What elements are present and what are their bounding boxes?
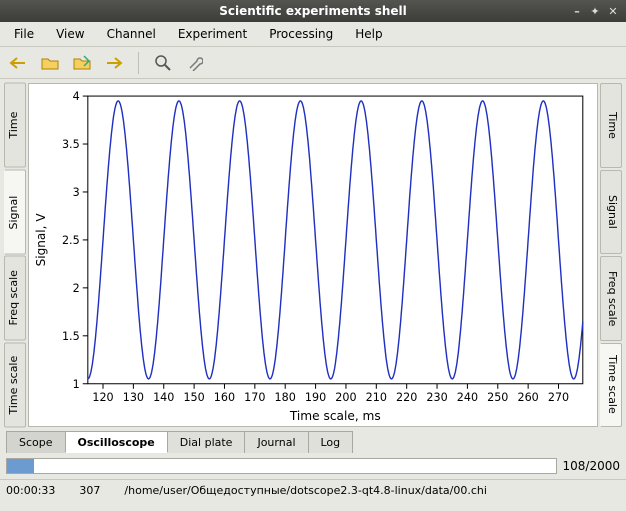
menu-bar: FileViewChannelExperimentProcessingHelp xyxy=(0,22,626,47)
svg-text:Time scale, ms: Time scale, ms xyxy=(289,409,381,423)
svg-text:240: 240 xyxy=(457,391,478,404)
chart-area[interactable]: 120 130 140 150 160 170 180 190 200 210 220 230 240 2… xyxy=(28,83,598,427)
status-count: 307 xyxy=(79,484,100,497)
svg-text:Signal, V: Signal, V xyxy=(34,213,48,267)
save-icon[interactable] xyxy=(70,51,94,75)
svg-text:120: 120 xyxy=(92,391,113,404)
bottom-tab-scope[interactable]: Scope xyxy=(6,431,66,453)
menu-view[interactable]: View xyxy=(46,24,94,44)
svg-text:3: 3 xyxy=(73,186,80,199)
bottom-tab-dial-plate[interactable]: Dial plate xyxy=(167,431,246,453)
zoom-icon[interactable] xyxy=(151,51,175,75)
menu-help[interactable]: Help xyxy=(345,24,392,44)
svg-text:150: 150 xyxy=(183,391,204,404)
window-title: Scientific experiments shell xyxy=(0,4,626,18)
right-tab-time-scale[interactable]: Time scale xyxy=(600,343,622,428)
svg-text:200: 200 xyxy=(335,391,356,404)
left-tab-freq-scale[interactable]: Freq scale xyxy=(4,256,26,341)
back-icon[interactable] xyxy=(6,51,30,75)
right-tab-signal[interactable]: Signal xyxy=(600,170,622,255)
svg-text:250: 250 xyxy=(487,391,508,404)
svg-text:190: 190 xyxy=(305,391,326,404)
svg-text:3.5: 3.5 xyxy=(62,138,80,151)
close-button[interactable]: ✕ xyxy=(606,4,620,18)
bottom-tab-oscilloscope[interactable]: Oscilloscope xyxy=(65,431,168,453)
status-path: /home/user/Общедоступные/dotscope2.3-qt4… xyxy=(124,484,487,497)
svg-text:2: 2 xyxy=(73,282,80,295)
progress-label: 108/2000 xyxy=(563,459,621,473)
minimize-button[interactable]: – xyxy=(570,4,584,18)
svg-text:140: 140 xyxy=(153,391,174,404)
right-tab-time[interactable]: Time xyxy=(600,83,622,168)
left-tab-time[interactable]: Time xyxy=(4,83,26,168)
menu-file[interactable]: File xyxy=(4,24,44,44)
forward-icon[interactable] xyxy=(102,51,126,75)
svg-text:260: 260 xyxy=(517,391,538,404)
toolbar xyxy=(0,47,626,79)
tool-icon[interactable] xyxy=(183,51,207,75)
svg-text:210: 210 xyxy=(366,391,387,404)
svg-text:2.5: 2.5 xyxy=(62,234,80,247)
menu-channel[interactable]: Channel xyxy=(97,24,166,44)
svg-text:1: 1 xyxy=(73,378,80,391)
progress-bar[interactable] xyxy=(6,458,557,474)
svg-text:170: 170 xyxy=(244,391,265,404)
svg-text:220: 220 xyxy=(396,391,417,404)
left-tab-signal[interactable]: Signal xyxy=(4,170,26,255)
bottom-tab-log[interactable]: Log xyxy=(308,431,354,453)
open-folder-icon[interactable] xyxy=(38,51,62,75)
svg-text:270: 270 xyxy=(548,391,569,404)
svg-text:1.5: 1.5 xyxy=(62,330,80,343)
svg-text:180: 180 xyxy=(275,391,296,404)
toolbar-separator xyxy=(138,52,139,74)
maximize-button[interactable]: ✦ xyxy=(588,4,602,18)
svg-text:160: 160 xyxy=(214,391,235,404)
status-time: 00:00:33 xyxy=(6,484,55,497)
svg-text:130: 130 xyxy=(123,391,144,404)
menu-experiment[interactable]: Experiment xyxy=(168,24,257,44)
menu-processing[interactable]: Processing xyxy=(259,24,343,44)
bottom-tab-journal[interactable]: Journal xyxy=(244,431,308,453)
svg-text:230: 230 xyxy=(426,391,447,404)
bottom-tab-bar: ScopeOscilloscopeDial plateJournalLog xyxy=(0,427,626,453)
right-tab-freq-scale[interactable]: Freq scale xyxy=(600,256,622,341)
svg-text:4: 4 xyxy=(73,90,80,103)
left-tab-time-scale[interactable]: Time scale xyxy=(4,343,26,428)
